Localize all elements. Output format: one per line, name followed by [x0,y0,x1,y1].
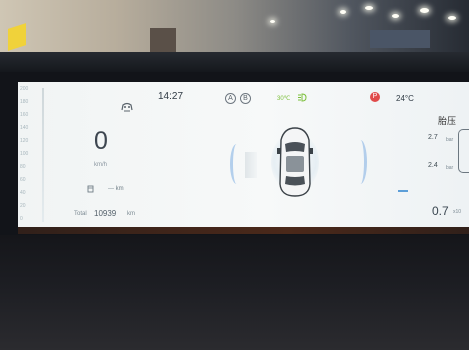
scale-tick: 100 [20,151,29,157]
bezel-top-edge [0,52,469,72]
energy-value: 0.7 [432,204,449,218]
ceiling-light [448,16,456,20]
tire-pressure-front-left: 2.7 [428,134,438,141]
speed-unit: km/h [94,162,108,168]
speed-scale: 200 180 160 140 120 100 80 60 40 20 0 [20,84,46,224]
scale-tick: 160 [20,112,29,118]
scale-tick: 20 [20,203,26,209]
odometer-unit: km [127,211,135,217]
speed-scale-bar [42,88,44,222]
odometer-label: Total [74,211,87,217]
fuel-range-icon [87,185,94,193]
ceiling-light [270,20,275,23]
radar-zone-left [245,152,257,178]
background-shelf [150,28,176,54]
scale-tick: 40 [20,190,26,196]
auto-b-icon: B [240,93,251,104]
photo-scene: 200 180 160 140 120 100 80 60 40 20 0 14… [0,0,469,350]
tire-pressure-title: 胎压 [438,116,457,126]
scale-tick: 140 [20,125,29,131]
scale-tick: 120 [20,138,29,144]
scale-tick: 180 [20,99,29,105]
ceiling-light [420,8,429,13]
radar-arc-left [230,144,243,184]
scale-tick: 60 [20,177,26,183]
scale-tick: 200 [20,86,29,92]
range-value: --- km [108,186,124,192]
odometer-value: 10939 [94,209,117,218]
background-sign-panel [370,30,430,48]
parking-brake-icon: P [370,92,380,102]
ceiling-light [365,6,373,10]
tire-pressure-unit: bar [446,165,454,171]
scale-tick: 0 [20,216,23,222]
radar-arc-right [354,140,367,184]
car-top-view-icon [277,127,313,197]
dashboard-lower-panel [0,235,469,350]
instrument-cluster-screen: 200 180 160 140 120 100 80 60 40 20 0 14… [18,82,469,227]
outside-temperature: 24°C [396,94,414,103]
auto-a-icon: A [225,93,236,104]
ceiling-light [392,14,399,18]
tire-pressure-unit: bar [446,137,454,143]
energy-unit: x10 [453,209,462,215]
tire-pressure-rear-left: 2.4 [428,162,438,169]
autohold-label: 30℃ [277,96,291,102]
energy-indicator-dash [398,190,408,192]
speed-value: 0 [94,127,108,155]
parking-radar-view [230,112,367,212]
scale-tick: 80 [20,164,26,170]
headlight-icon [298,93,307,102]
ceiling-light [340,10,346,14]
clock-time: 14:27 [158,91,184,102]
tire-outline [458,129,469,173]
steering-wheel-icon [121,102,133,112]
